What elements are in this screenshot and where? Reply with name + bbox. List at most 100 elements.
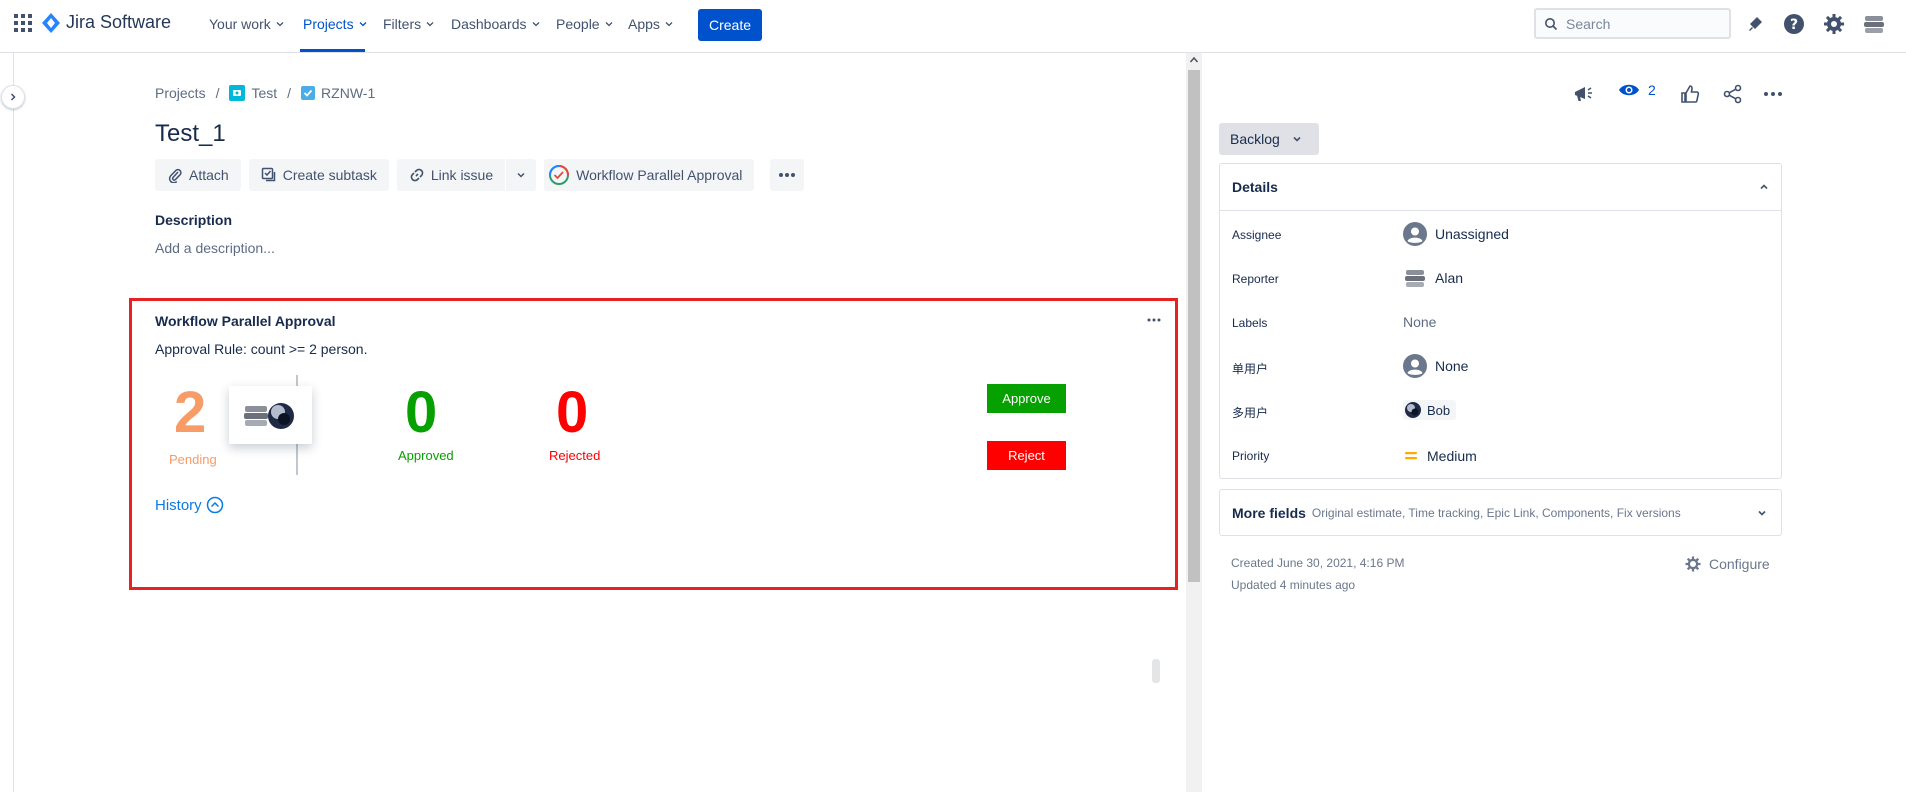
chevron-down-icon	[665, 22, 673, 27]
approval-panel-title: Workflow Parallel Approval	[155, 313, 336, 329]
jira-diamond-icon	[42, 12, 60, 33]
description-heading: Description	[155, 212, 233, 228]
labels-label: Labels	[1232, 316, 1268, 330]
labels-value[interactable]: None	[1403, 314, 1436, 330]
priority-value[interactable]: Medium	[1403, 444, 1477, 468]
nav-people[interactable]: People	[556, 16, 614, 32]
nav-label: Projects	[303, 16, 354, 32]
issue-title[interactable]: Test_1	[155, 120, 226, 148]
chevron-down-icon	[359, 22, 367, 27]
resize-handle[interactable]	[1152, 659, 1160, 683]
nav-projects[interactable]: Projects	[303, 16, 368, 32]
approve-button[interactable]: Approve	[987, 384, 1066, 413]
reporter-value[interactable]: Alan	[1403, 266, 1463, 290]
expand-sidebar-button[interactable]	[1, 85, 25, 109]
more-fields-panel[interactable]: More fields Original estimate, Time trac…	[1219, 489, 1782, 536]
issue-toolbar: Attach Create subtask Link issue Workflo…	[155, 159, 805, 191]
updated-timestamp: Updated 4 minutes ago	[1231, 578, 1356, 592]
more-horizontal-icon[interactable]	[1761, 82, 1785, 106]
status-dropdown[interactable]: Backlog	[1219, 123, 1319, 155]
workflow-approval-button[interactable]: Workflow Parallel Approval	[544, 159, 755, 191]
reject-button[interactable]: Reject	[987, 441, 1066, 470]
chevron-up-icon	[1760, 184, 1768, 190]
details-header[interactable]: Details	[1220, 164, 1781, 211]
paperclip-icon	[168, 168, 182, 183]
link-icon	[410, 168, 424, 182]
nav-label: Filters	[383, 16, 422, 32]
search-input[interactable]: Search	[1534, 8, 1731, 39]
breadcrumb-project[interactable]: Test	[229, 85, 277, 101]
breadcrumb-issue[interactable]: RZNW-1	[301, 85, 375, 101]
panel-more-icon[interactable]	[1144, 313, 1164, 327]
nav-label: Your work	[209, 16, 271, 32]
priority-label: Priority	[1232, 449, 1270, 463]
multi-user-value[interactable]: Bob	[1403, 400, 1457, 420]
feedback-megaphone-icon[interactable]	[1571, 82, 1595, 106]
nav-your-work[interactable]: Your work	[209, 16, 285, 32]
avatar	[1405, 402, 1421, 418]
configure-label: Configure	[1709, 556, 1770, 572]
breadcrumb-project-label: Test	[251, 85, 278, 101]
rejected-label: Rejected	[549, 448, 601, 463]
approval-rule: Approval Rule: count >= 2 person.	[155, 341, 368, 357]
app-switcher-icon[interactable]	[14, 14, 32, 32]
chevron-down-icon	[605, 22, 613, 27]
chevron-down-icon	[1758, 510, 1766, 516]
profile-avatar[interactable]	[1862, 12, 1886, 36]
task-type-icon	[301, 86, 316, 100]
workflow-approval-label: Workflow Parallel Approval	[576, 167, 743, 183]
approved-count: 0	[405, 380, 438, 445]
subtask-icon	[261, 167, 275, 182]
details-panel: Details Assignee Unassigned Reporter Ala…	[1219, 163, 1782, 479]
more-actions-button[interactable]	[770, 159, 805, 191]
settings-icon[interactable]	[1822, 12, 1846, 36]
sidebar-edge	[13, 53, 14, 792]
jira-logo[interactable]: Jira Software	[42, 12, 171, 33]
nav-dashboards[interactable]: Dashboards	[451, 16, 541, 32]
breadcrumb-separator: /	[287, 85, 292, 101]
approver-avatars	[243, 403, 294, 429]
assignee-value[interactable]: Unassigned	[1403, 222, 1509, 246]
pending-count: 2	[174, 380, 207, 445]
vote-thumbs-up-icon[interactable]	[1678, 82, 1702, 106]
details-title: Details	[1232, 179, 1278, 195]
scrollbar-thumb[interactable]	[1188, 70, 1200, 582]
description-input[interactable]: Add a description...	[155, 240, 275, 256]
created-timestamp: Created June 30, 2021, 4:16 PM	[1231, 556, 1405, 570]
nav-apps[interactable]: Apps	[628, 16, 674, 32]
scroll-up-arrow[interactable]	[1189, 55, 1199, 65]
chevron-up-circle-icon	[206, 496, 223, 514]
link-issue-button[interactable]: Link issue	[396, 159, 506, 191]
create-button[interactable]: Create	[698, 9, 762, 41]
rejected-count: 0	[556, 380, 589, 445]
more-horizontal-icon	[779, 173, 796, 177]
create-subtask-label: Create subtask	[282, 167, 377, 183]
share-icon[interactable]	[1721, 82, 1745, 106]
notifications-icon[interactable]	[1743, 12, 1767, 36]
breadcrumb-projects[interactable]: Projects	[155, 85, 206, 101]
single-user-text: None	[1435, 358, 1469, 374]
approved-label: Approved	[398, 448, 454, 463]
nav-filters[interactable]: Filters	[383, 16, 435, 32]
configure-button[interactable]: Configure	[1684, 555, 1770, 573]
assignee-text: Unassigned	[1435, 226, 1509, 242]
link-issue-split: Link issue	[396, 159, 537, 191]
create-subtask-button[interactable]: Create subtask	[248, 159, 389, 191]
help-icon[interactable]: ?	[1782, 12, 1806, 36]
priority-medium-icon	[1405, 452, 1417, 460]
breadcrumb-issue-key: RZNW-1	[321, 85, 376, 101]
chevron-right-icon	[10, 93, 16, 101]
chevron-down-icon	[532, 22, 539, 27]
attach-button[interactable]: Attach	[155, 159, 241, 191]
nav-label: People	[556, 16, 600, 32]
user-icon	[1403, 222, 1427, 246]
history-toggle[interactable]: History	[155, 496, 224, 514]
more-fields-subtitle: Original estimate, Time tracking, Epic L…	[1311, 505, 1681, 520]
watch-button[interactable]: 2	[1618, 82, 1656, 98]
user-chip-bob[interactable]: Bob	[1403, 400, 1457, 420]
link-issue-dropdown[interactable]	[506, 159, 537, 191]
nav-label: Dashboards	[451, 16, 527, 32]
single-user-value[interactable]: None	[1403, 354, 1468, 378]
avatar-alan	[243, 406, 268, 426]
avatar	[1405, 270, 1425, 287]
